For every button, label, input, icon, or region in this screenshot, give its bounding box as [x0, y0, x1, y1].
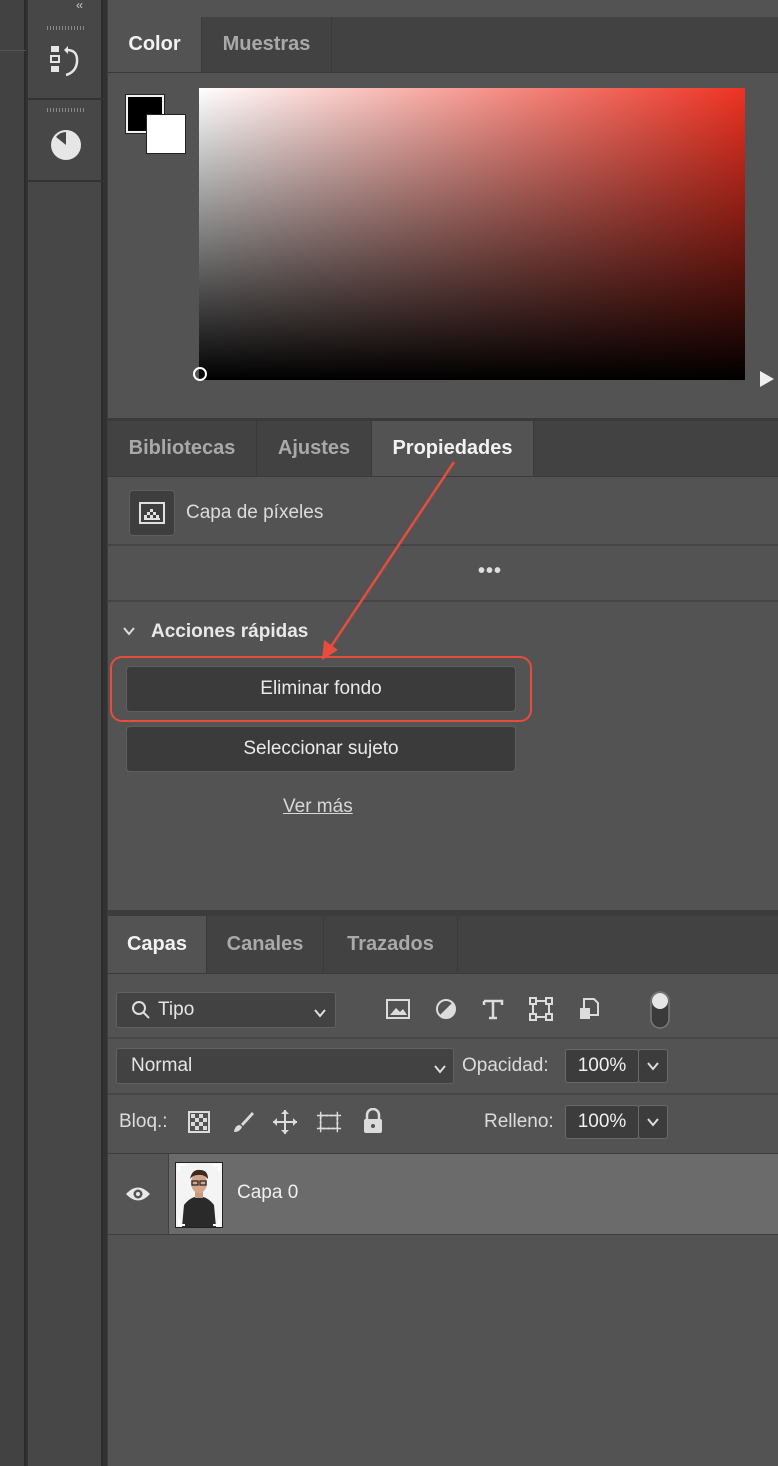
see-more-link[interactable]: Ver más	[283, 796, 353, 818]
filter-adjustment-icon[interactable]	[433, 996, 459, 1022]
lock-label: Bloq.:	[119, 1111, 168, 1132]
filter-smart-object-icon[interactable]	[576, 996, 602, 1022]
search-icon	[131, 1000, 151, 1020]
filter-pixel-icon[interactable]	[385, 996, 411, 1022]
dock-history-cell	[28, 18, 103, 100]
opacity-input[interactable]: 100%	[565, 1049, 639, 1083]
chevron-down-icon	[647, 1118, 659, 1127]
filter-type-layer-icon[interactable]	[480, 996, 506, 1022]
layer-name[interactable]: Capa 0	[237, 1182, 298, 1204]
tab-layers[interactable]: Capas	[108, 916, 207, 973]
lock-artboard-icon[interactable]	[316, 1109, 342, 1135]
chevron-down-icon	[433, 1060, 447, 1074]
layer-filter-select[interactable]: Tipo	[116, 992, 336, 1028]
panel-dock	[28, 0, 103, 1466]
tab-channels[interactable]: Canales	[207, 916, 324, 973]
chevron-down-icon	[647, 1062, 659, 1071]
dock-color-cell	[28, 100, 103, 182]
tab-paths[interactable]: Trazados	[324, 916, 458, 973]
lock-image-pixels-icon[interactable]	[230, 1109, 256, 1135]
dock-grip[interactable]	[47, 108, 85, 112]
opacity-label: Opacidad:	[462, 1055, 549, 1076]
color-wheel-icon[interactable]	[49, 128, 83, 162]
annotation-arrow	[322, 461, 456, 660]
filter-type-label: Tipo	[158, 999, 195, 1020]
dock-grip[interactable]	[47, 26, 85, 30]
collapse-panels-icon[interactable]: ‹‹	[76, 0, 92, 12]
opacity-dropdown-button[interactable]	[638, 1049, 668, 1083]
layer-row[interactable]: Capa 0	[108, 1153, 778, 1235]
fill-dropdown-button[interactable]	[638, 1105, 668, 1139]
layer-thumbnail[interactable]	[175, 1162, 223, 1228]
history-icon[interactable]	[50, 42, 82, 82]
lock-all-icon[interactable]	[360, 1108, 386, 1134]
fill-input[interactable]: 100%	[565, 1105, 639, 1139]
blend-mode-value: Normal	[131, 1055, 193, 1076]
layers-tabbar: Capas Canales Trazados	[108, 916, 778, 974]
eye-icon	[126, 1187, 150, 1201]
fill-label: Relleno:	[484, 1111, 554, 1132]
chevron-down-icon	[313, 1004, 327, 1018]
row-divider	[108, 1093, 778, 1095]
left-edge-divider	[0, 50, 26, 51]
blend-mode-select[interactable]: Normal	[116, 1048, 454, 1084]
lock-position-icon[interactable]	[272, 1109, 298, 1135]
layer-visibility-toggle[interactable]	[108, 1154, 169, 1234]
filter-toggle-switch[interactable]	[649, 990, 671, 1030]
lock-transparency-icon[interactable]	[186, 1109, 212, 1135]
filter-shape-icon[interactable]	[528, 996, 554, 1022]
panel-column: Color Muestras Bibliotecas Ajustes Propi…	[107, 0, 778, 1466]
left-edge-strip	[0, 0, 26, 1466]
select-subject-button[interactable]: Seleccionar sujeto	[126, 726, 516, 772]
row-divider	[108, 1037, 778, 1039]
